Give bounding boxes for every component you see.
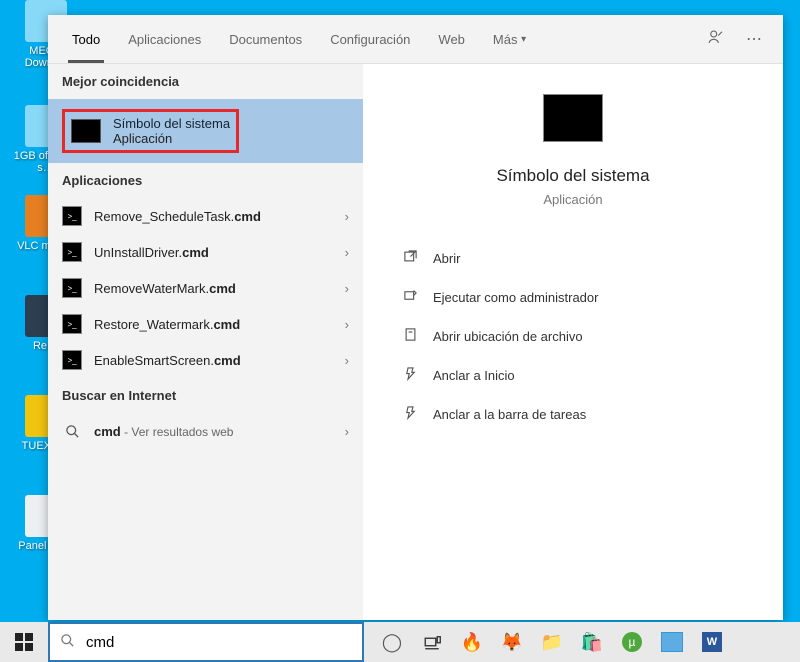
pin-icon — [401, 405, 419, 424]
app-result[interactable]: EnableSmartScreen.cmd › — [48, 342, 363, 378]
taskbar-app-icon[interactable]: 🦊 — [492, 622, 532, 662]
chevron-right-icon: › — [345, 209, 349, 224]
section-best-match: Mejor coincidencia — [48, 64, 363, 99]
windows-icon — [15, 633, 33, 651]
open-icon — [401, 249, 419, 268]
action-pin-taskbar[interactable]: Anclar a la barra de tareas — [397, 395, 749, 434]
taskbar-app-icon[interactable]: W — [692, 622, 732, 662]
more-icon[interactable]: ⋯ — [735, 29, 773, 49]
action-open-location[interactable]: Abrir ubicación de archivo — [397, 317, 749, 356]
web-result[interactable]: cmd - Ver resultados web › — [48, 413, 363, 449]
search-icon — [50, 633, 84, 652]
app-result[interactable]: Remove_ScheduleTask.cmd › — [48, 198, 363, 234]
search-tabs: Todo Aplicaciones Documentos Configuraci… — [48, 15, 783, 64]
search-input[interactable] — [84, 633, 362, 652]
cmd-file-icon — [62, 206, 82, 226]
tab-todo[interactable]: Todo — [58, 15, 114, 63]
chevron-right-icon: › — [345, 424, 349, 439]
taskbar-search-box[interactable] — [48, 622, 364, 662]
feedback-icon[interactable] — [697, 28, 735, 51]
tab-documentos[interactable]: Documentos — [215, 15, 316, 63]
tab-configuracion[interactable]: Configuración — [316, 15, 424, 63]
action-pin-start[interactable]: Anclar a Inicio — [397, 356, 749, 395]
app-result[interactable]: UnInstallDriver.cmd › — [48, 234, 363, 270]
taskbar-app-icon[interactable]: 🛍️ — [572, 622, 612, 662]
chevron-down-icon: ▾ — [521, 34, 526, 45]
start-button[interactable] — [0, 622, 48, 662]
cmd-icon — [543, 94, 603, 142]
tab-aplicaciones[interactable]: Aplicaciones — [114, 15, 215, 63]
cmd-file-icon — [62, 314, 82, 334]
pin-icon — [401, 366, 419, 385]
section-internet: Buscar en Internet — [48, 378, 363, 413]
task-view-icon[interactable] — [412, 622, 452, 662]
cortana-icon[interactable]: ◯ — [372, 622, 412, 662]
cmd-file-icon — [62, 278, 82, 298]
tab-mas[interactable]: Más ▾ — [479, 15, 540, 63]
taskbar: ◯ 🔥 🦊 📁 🛍️ µ W — [0, 622, 800, 662]
chevron-right-icon: › — [345, 281, 349, 296]
chevron-right-icon: › — [345, 353, 349, 368]
action-run-admin[interactable]: Ejecutar como administrador — [397, 278, 749, 317]
chevron-right-icon: › — [345, 317, 349, 332]
detail-title: Símbolo del sistema — [496, 166, 649, 186]
search-icon — [62, 421, 82, 441]
best-match-result[interactable]: Símbolo del sistema Aplicación — [48, 99, 363, 163]
taskbar-app-icon[interactable]: µ — [612, 622, 652, 662]
detail-subtitle: Aplicación — [543, 192, 602, 207]
app-result[interactable]: RemoveWaterMark.cmd › — [48, 270, 363, 306]
tab-web[interactable]: Web — [424, 15, 479, 63]
cmd-icon — [71, 119, 101, 143]
search-panel: Todo Aplicaciones Documentos Configuraci… — [48, 15, 783, 620]
detail-pane: Símbolo del sistema Aplicación Abrir Eje… — [363, 64, 783, 620]
folder-icon — [401, 327, 419, 346]
best-match-subtitle: Aplicación — [113, 131, 230, 146]
admin-icon — [401, 288, 419, 307]
taskbar-app-icon[interactable] — [652, 622, 692, 662]
app-result[interactable]: Restore_Watermark.cmd › — [48, 306, 363, 342]
taskbar-app-icon[interactable]: 🔥 — [452, 622, 492, 662]
chevron-right-icon: › — [345, 245, 349, 260]
results-list: Mejor coincidencia Símbolo del sistema A… — [48, 64, 363, 620]
best-match-title: Símbolo del sistema — [113, 116, 230, 131]
taskbar-app-icon[interactable]: 📁 — [532, 622, 572, 662]
cmd-file-icon — [62, 242, 82, 262]
cmd-file-icon — [62, 350, 82, 370]
section-aplicaciones: Aplicaciones — [48, 163, 363, 198]
action-open[interactable]: Abrir — [397, 239, 749, 278]
